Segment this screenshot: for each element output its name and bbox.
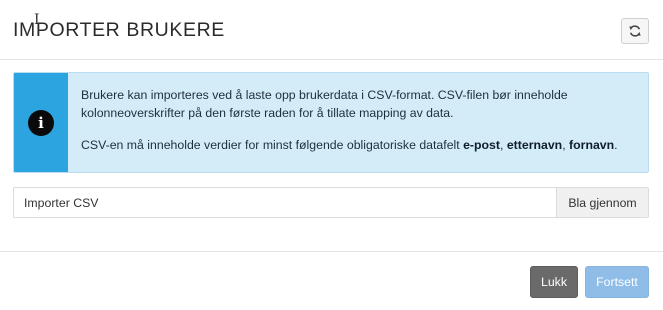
- refresh-button[interactable]: [621, 18, 649, 44]
- text-cursor-icon: I: [34, 12, 40, 28]
- info-alert: i Brukere kan importeres ved å laste opp…: [13, 72, 649, 173]
- refresh-icon: [629, 25, 641, 37]
- info-icon: i: [28, 109, 54, 136]
- info-paragraph-2-suffix: .: [614, 138, 618, 152]
- close-button[interactable]: Lukk: [530, 266, 578, 298]
- continue-button[interactable]: Fortsett: [585, 266, 649, 298]
- required-field-email: e-post: [463, 138, 500, 152]
- info-paragraph-2-prefix: CSV-en må inneholde verdier for minst fø…: [81, 138, 464, 152]
- separator: ,: [500, 138, 507, 152]
- browse-button[interactable]: Bla gjennom: [556, 188, 648, 217]
- modal-header: IMPORTER BRUKERE I: [0, 0, 663, 60]
- info-alert-sidebar: i: [14, 73, 68, 172]
- required-field-firstname: fornavn: [569, 138, 615, 152]
- info-paragraph-1: Brukere kan importeres ved å laste opp b…: [81, 88, 568, 120]
- modal-footer: Lukk Fortsett: [0, 251, 663, 310]
- required-field-lastname: etternavn: [506, 138, 563, 152]
- info-paragraph-2: CSV-en må inneholde verdier for minst fø…: [81, 136, 641, 154]
- import-users-modal: IMPORTER BRUKERE I i Brukere kan importe…: [0, 0, 663, 310]
- info-alert-text: Brukere kan importeres ved å laste opp b…: [81, 86, 641, 154]
- modal-title: IMPORTER BRUKERE: [13, 19, 225, 41]
- csv-file-input[interactable]: Importer CSV Bla gjennom: [13, 187, 649, 218]
- csv-file-label: Importer CSV: [24, 196, 99, 210]
